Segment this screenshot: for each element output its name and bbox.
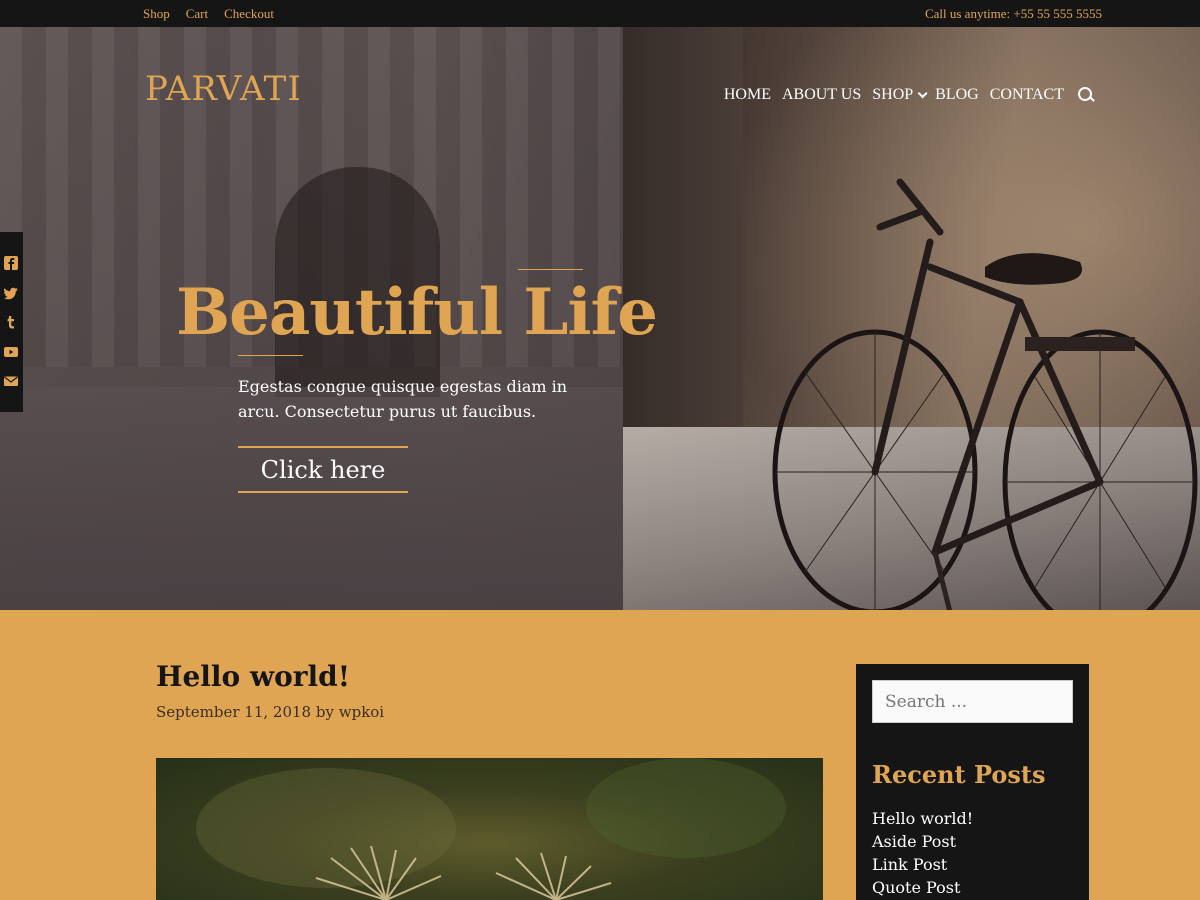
top-bar: Shop Cart Checkout Call us anytime: +55 … bbox=[0, 0, 1200, 27]
nav-blog[interactable]: BLOG bbox=[935, 86, 979, 104]
top-links: Shop Cart Checkout bbox=[143, 6, 274, 22]
list-item[interactable]: Link Post bbox=[872, 853, 973, 876]
chevron-down-icon bbox=[917, 88, 928, 99]
search-icon[interactable] bbox=[1077, 86, 1095, 104]
site-logo[interactable]: PARVATI bbox=[145, 69, 302, 109]
top-link-shop[interactable]: Shop bbox=[143, 6, 170, 22]
top-link-checkout[interactable]: Checkout bbox=[224, 6, 274, 22]
post-by: by bbox=[315, 703, 334, 721]
sidebar: Recent Posts Hello world! Aside Post Lin… bbox=[856, 664, 1089, 900]
hero-divider-bottom bbox=[238, 355, 303, 356]
list-item[interactable]: Quote Post bbox=[872, 876, 973, 899]
post-title[interactable]: Hello world! bbox=[156, 660, 350, 693]
nav-contact[interactable]: CONTACT bbox=[990, 86, 1064, 104]
hero-cta-button[interactable]: Click here bbox=[238, 446, 408, 493]
hero-divider-top bbox=[518, 269, 583, 270]
twitter-icon[interactable] bbox=[3, 286, 18, 300]
search-input[interactable] bbox=[872, 680, 1073, 723]
list-item[interactable]: Aside Post bbox=[872, 830, 973, 853]
bicycle-image bbox=[772, 178, 1198, 610]
tumblr-icon[interactable] bbox=[4, 315, 18, 329]
social-bar bbox=[0, 232, 23, 412]
email-icon[interactable] bbox=[4, 374, 18, 388]
post-date[interactable]: September 11, 2018 bbox=[156, 703, 311, 721]
youtube-icon[interactable] bbox=[4, 345, 18, 359]
nav-about-us[interactable]: ABOUT US bbox=[782, 86, 861, 104]
flower-shape bbox=[315, 845, 612, 900]
recent-posts-list: Hello world! Aside Post Link Post Quote … bbox=[872, 807, 973, 899]
post-meta: September 11, 2018 by wpkoi bbox=[156, 703, 384, 721]
post-featured-image[interactable] bbox=[156, 758, 823, 900]
hero-text: Egestas congue quisque egestas diam in a… bbox=[238, 377, 568, 421]
top-link-cart[interactable]: Cart bbox=[186, 6, 208, 22]
nav-shop-label: SHOP bbox=[872, 86, 914, 103]
nav-home[interactable]: HOME bbox=[724, 86, 771, 104]
hero-section: PARVATI HOME ABOUT US SHOP BLOG CONTACT … bbox=[0, 27, 1200, 610]
main-nav: HOME ABOUT US SHOP BLOG CONTACT bbox=[724, 86, 1095, 104]
hero-title: Beautiful Life bbox=[176, 275, 658, 350]
facebook-icon[interactable] bbox=[4, 256, 18, 270]
recent-posts-title: Recent Posts bbox=[872, 760, 1046, 789]
post-author[interactable]: wpkoi bbox=[339, 703, 384, 721]
phone-text: Call us anytime: +55 55 555 5555 bbox=[924, 6, 1102, 21]
nav-shop[interactable]: SHOP bbox=[872, 86, 928, 104]
list-item[interactable]: Hello world! bbox=[872, 807, 973, 830]
